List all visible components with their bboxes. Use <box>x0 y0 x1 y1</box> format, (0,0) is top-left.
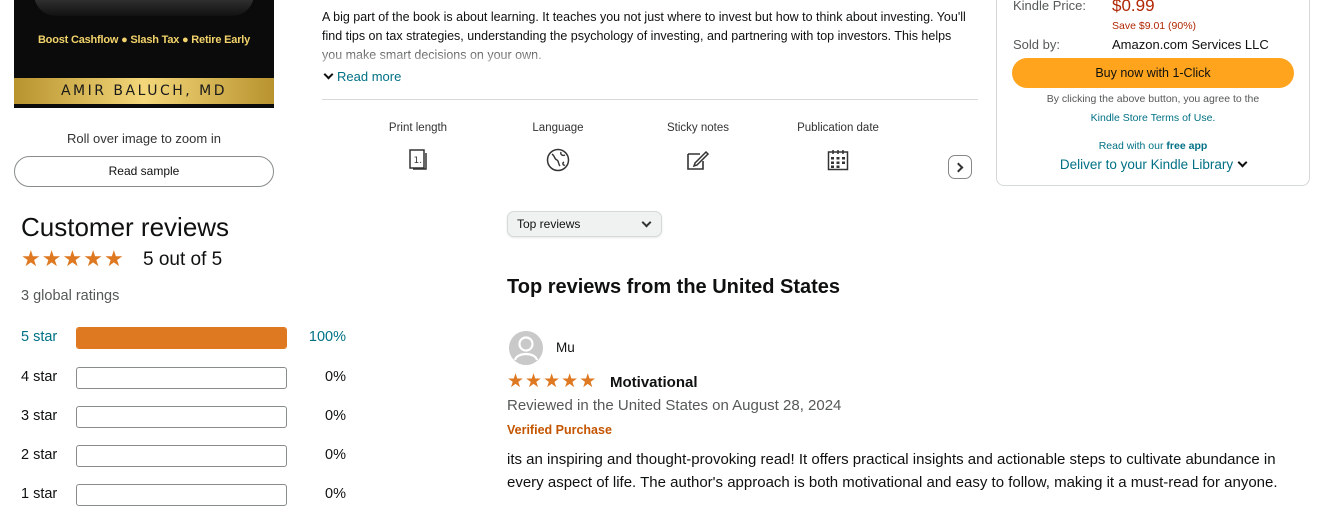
read-more-label: Read more <box>337 69 402 84</box>
star-icon: ★ <box>507 371 525 392</box>
book-pages-icon: 1. <box>363 148 473 172</box>
customer-reviews-title: Customer reviews <box>21 212 230 242</box>
review-rating-stars: ★ ★ ★ ★ ★ <box>507 372 596 392</box>
chevron-right-icon <box>953 162 964 172</box>
histogram-row-4-star: 4 star 0% <box>21 366 351 390</box>
star-icon: ★ <box>41 246 62 271</box>
book-cover-image[interactable]: Boost Cashflow ● Slash Tax ● Retire Earl… <box>14 0 274 108</box>
agree-text: By clicking the above button, you agree … <box>1046 93 1260 105</box>
attribute-label: Print length <box>388 122 448 134</box>
histogram-bar <box>76 327 287 349</box>
histogram-row-5-star[interactable]: 5 star 100% <box>21 326 351 350</box>
histogram-row-1-star: 1 star 0% <box>21 483 351 507</box>
top-reviews-heading: Top reviews from the United States <box>507 276 841 298</box>
review-date: Reviewed in the United States on August … <box>507 397 842 414</box>
star-icon: ★ <box>561 371 579 392</box>
read-more-link[interactable]: Read more <box>322 69 401 84</box>
star-icon: ★ <box>543 371 561 392</box>
description-fade <box>322 44 972 66</box>
attribute-label: Sticky notes <box>667 122 729 134</box>
reviewer-avatar <box>509 331 543 365</box>
chevron-down-icon <box>1237 157 1248 168</box>
histogram-percent: 0% <box>325 369 346 385</box>
sticky-note-icon <box>643 148 753 172</box>
average-rating-stars: ★ ★ ★ ★ ★ <box>21 246 124 272</box>
free-app-text[interactable]: Read with our free app <box>1012 140 1294 152</box>
attribute-label: Publication date <box>797 122 879 134</box>
histogram-bar <box>76 367 287 389</box>
read-sample-button[interactable]: Read sample <box>14 156 274 187</box>
sold-by-label: Sold by: <box>1013 37 1060 52</box>
verified-purchase-badge: Verified Purchase <box>507 423 612 437</box>
chevron-down-icon <box>323 69 334 80</box>
star-icon: ★ <box>83 246 103 271</box>
kindle-price-label: Kindle Price: <box>1013 0 1086 13</box>
default-avatar-icon <box>509 331 543 365</box>
sold-by-value: Amazon.com Services LLC <box>1112 37 1269 52</box>
svg-text:1.: 1. <box>414 156 423 166</box>
calendar-icon <box>783 148 893 172</box>
attribute-label: Language <box>532 122 584 134</box>
histogram-bar <box>76 445 287 467</box>
savings-text: Save $9.01 (90%) <box>1112 20 1197 32</box>
star-icon: ★ <box>62 246 83 271</box>
globe-icon <box>503 148 613 172</box>
cover-artwork <box>34 0 254 16</box>
attribute-print-length[interactable]: Print length 1. <box>363 122 473 172</box>
read-with-label: Read with our <box>1098 140 1164 152</box>
star-icon: ★ <box>103 246 124 271</box>
histogram-label: 4 star <box>21 369 58 385</box>
histogram-label: 3 star <box>21 408 58 424</box>
kindle-price: $0.99 <box>1112 0 1155 15</box>
sort-selected-value: Top reviews <box>517 217 581 231</box>
attribute-language[interactable]: Language <box>503 122 613 172</box>
deliver-to-library-dropdown[interactable]: Deliver to your Kindle Library <box>1012 157 1294 172</box>
histogram-bar <box>76 484 287 506</box>
free-app-link[interactable]: free app <box>1166 140 1207 152</box>
carousel-next-button[interactable] <box>948 155 972 179</box>
chevron-down-icon <box>641 217 652 228</box>
zoom-hint: Roll over image to zoom in <box>67 131 221 146</box>
histogram-row-2-star: 2 star 0% <box>21 444 351 468</box>
histogram-percent: 100% <box>308 329 346 345</box>
cover-author: AMIR BALUCH, MD <box>60 83 228 99</box>
divider <box>322 99 978 100</box>
histogram-label: 5 star <box>21 329 58 345</box>
star-icon: ★ <box>21 246 41 271</box>
kindle-store-terms-link[interactable]: Kindle Store Terms of Use. <box>1012 112 1294 124</box>
histogram-percent: 0% <box>325 447 346 463</box>
star-icon: ★ <box>525 371 543 392</box>
histogram-label: 2 star <box>21 447 58 463</box>
histogram-row-3-star: 3 star 0% <box>21 405 351 429</box>
cover-author-band: AMIR BALUCH, MD <box>14 78 274 104</box>
attribute-sticky-notes[interactable]: Sticky notes <box>643 122 753 172</box>
review-title[interactable]: Motivational <box>610 374 698 391</box>
buy-now-button[interactable]: Buy now with 1-Click <box>1012 58 1294 88</box>
histogram-label: 1 star <box>21 486 58 502</box>
histogram-percent: 0% <box>325 408 346 424</box>
cover-tagline: Boost Cashflow ● Slash Tax ● Retire Earl… <box>37 34 251 46</box>
histogram-percent: 0% <box>325 486 346 502</box>
attribute-publication-date[interactable]: Publication date <box>783 122 893 172</box>
review-body: its an inspiring and thought-provoking r… <box>507 451 1278 491</box>
histogram-fill <box>77 328 286 348</box>
sort-reviews-select[interactable]: Top reviews <box>507 211 662 237</box>
average-rating-text: 5 out of 5 <box>143 249 223 270</box>
histogram-bar <box>76 406 287 428</box>
star-icon: ★ <box>579 371 597 392</box>
global-ratings-count: 3 global ratings <box>21 288 120 304</box>
reviewer-name[interactable]: Mu <box>556 340 575 355</box>
deliver-label: Deliver to your Kindle Library <box>1059 157 1234 172</box>
